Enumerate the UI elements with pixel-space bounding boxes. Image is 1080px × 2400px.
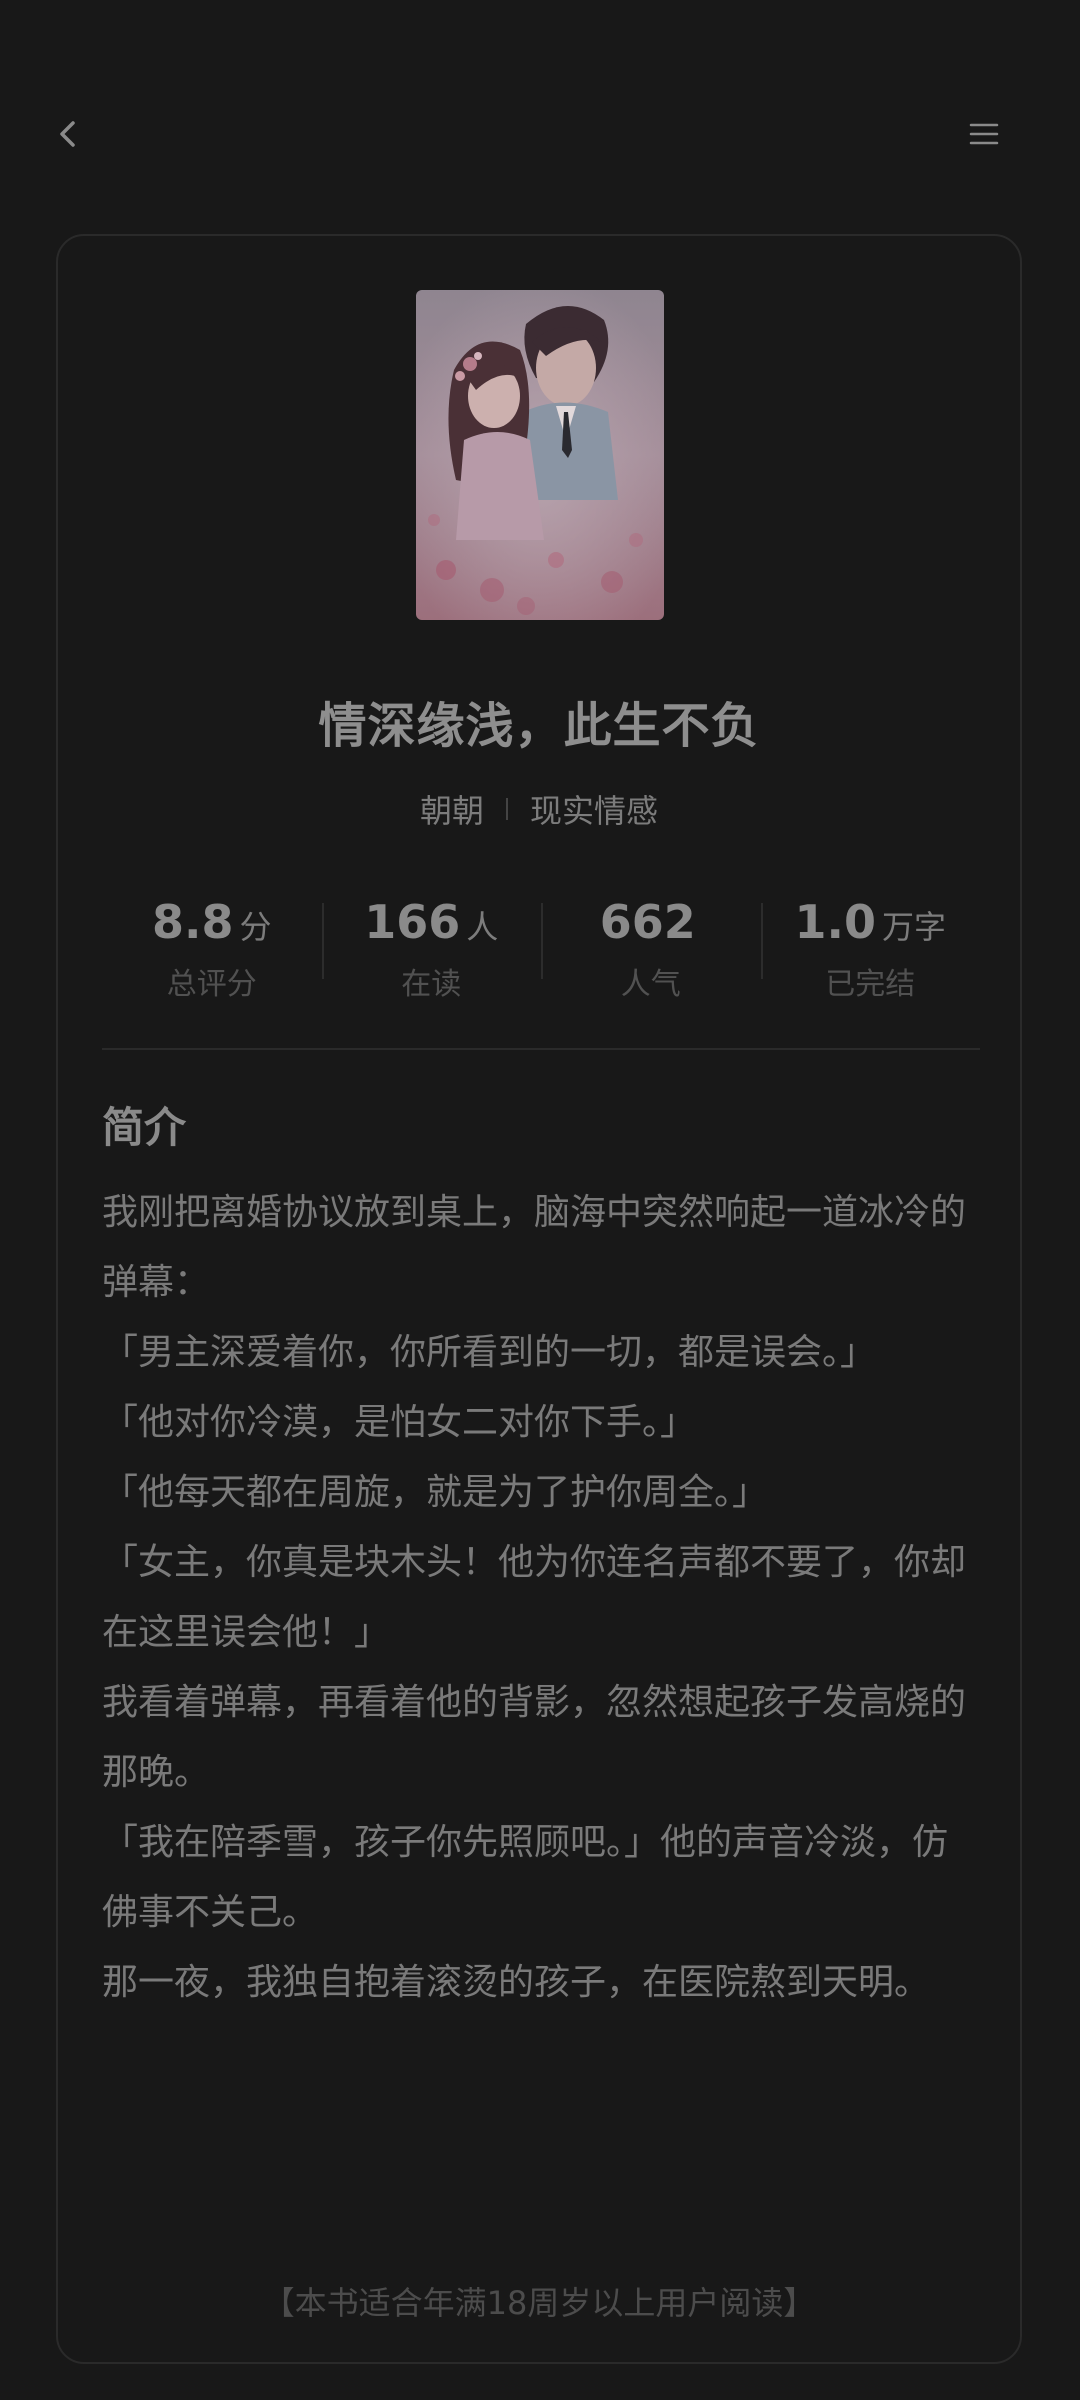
intro-heading: 简介 <box>102 1103 187 1152</box>
meta-separator <box>506 798 508 820</box>
book-detail-card: 情深缘浅，此生不负 朝朝 现实情感 8.8 分 总评分 166 人 在读 662 人… <box>56 234 1022 2364</box>
intro-paragraph: 我看着弹幕，再看着他的背影，忽然想起孩子发高烧的那晚。 <box>102 1682 967 1793</box>
stat-label: 人气 <box>620 967 681 1002</box>
back-button[interactable] <box>44 110 92 158</box>
intro-paragraph: 「女主，你真是块木头！他为你连名声都不要了，你却在这里误会他！」 <box>102 1542 967 1653</box>
stat-unit: 人 <box>466 908 499 946</box>
menu-button[interactable] <box>960 110 1008 158</box>
chevron-left-icon <box>60 121 75 147</box>
age-notice: 【本书适合年满18周岁以上用户阅读】 <box>262 2284 816 2322</box>
intro-paragraph: 那一夜，我独自抱着滚烫的孩子，在医院熬到天明。 <box>102 1962 931 2003</box>
category-link[interactable]: 现实情感 <box>530 786 658 832</box>
intro-paragraph: 「他对你冷漠，是怕女二对你下手。」 <box>102 1402 697 1443</box>
intro-text: 我刚把离婚协议放到桌上，脑海中突然响起一道冰冷的弹幕： 「男主深爱着你，你所看到… <box>102 1178 980 2018</box>
stat-unit: 分 <box>239 908 272 946</box>
stat-value: 166 <box>364 895 461 949</box>
stat-readers: 166 人 在读 <box>321 891 542 1002</box>
stat-value: 1.0 <box>794 895 876 949</box>
stat-word-count: 1.0 万字 已完结 <box>760 891 981 1002</box>
stat-label: 已完结 <box>825 967 916 1002</box>
divider <box>102 1048 980 1050</box>
book-stats: 8.8 分 总评分 166 人 在读 662 人气 1.0 万字 已完结 <box>102 891 981 1002</box>
stat-label: 在读 <box>401 967 462 1002</box>
stat-unit: 万字 <box>881 908 946 946</box>
stat-value: 662 <box>599 895 696 949</box>
book-cover-illustration <box>416 290 664 620</box>
stat-rating: 8.8 分 总评分 <box>102 891 322 1002</box>
hamburger-menu-icon <box>969 123 999 145</box>
stat-popularity: 662 人气 <box>541 891 761 1002</box>
book-meta: 朝朝 现实情感 <box>58 786 1020 832</box>
stat-label: 总评分 <box>166 967 257 1002</box>
intro-paragraph: 「男主深爱着你，你所看到的一切，都是误会。」 <box>102 1332 877 1373</box>
intro-paragraph: 「他每天都在周旋，就是为了护你周全。」 <box>102 1472 769 1513</box>
author-link[interactable]: 朝朝 <box>420 786 484 832</box>
book-title: 情深缘浅，此生不负 <box>318 698 760 754</box>
stat-value: 8.8 <box>151 895 234 949</box>
book-cover[interactable] <box>416 290 664 620</box>
intro-paragraph: 「我在陪季雪，孩子你先照顾吧。」他的声音冷淡，仿佛事不关己。 <box>102 1822 949 1933</box>
intro-paragraph: 我刚把离婚协议放到桌上，脑海中突然响起一道冰冷的弹幕： <box>102 1192 967 1303</box>
